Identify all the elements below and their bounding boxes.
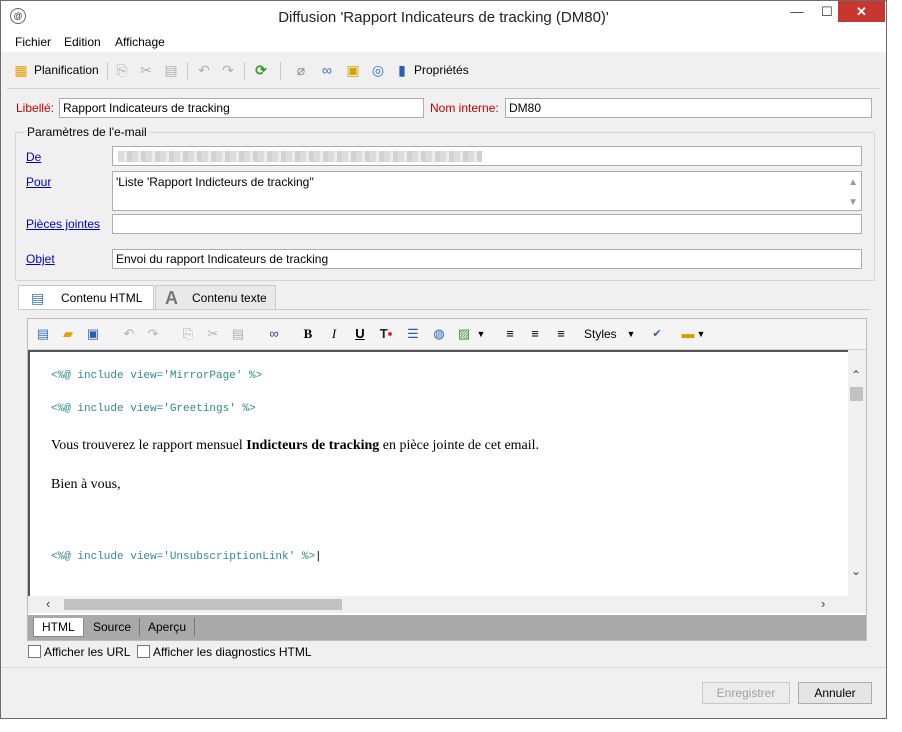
undo-icon[interactable]: ↶ bbox=[196, 62, 212, 78]
tab-text-content[interactable]: A Contenu texte bbox=[155, 285, 276, 309]
image-dropdown-icon[interactable]: ▼ bbox=[476, 326, 486, 342]
spellcheck-icon[interactable]: ✔ bbox=[648, 326, 666, 342]
from-link[interactable]: De bbox=[26, 150, 41, 164]
attachments-field[interactable] bbox=[112, 214, 862, 234]
email-params-title: Paramètres de l'e-mail bbox=[25, 125, 149, 139]
body-paragraph: Vous trouverez le rapport mensuel Indict… bbox=[51, 438, 540, 453]
scroll-down-icon[interactable]: ▼ bbox=[848, 194, 858, 212]
insert-link-icon[interactable]: ◍ bbox=[431, 326, 447, 342]
vertical-scrollbar[interactable]: ⌃ ⌄ bbox=[848, 350, 866, 596]
attachment-icon[interactable]: ⌀ bbox=[293, 62, 309, 78]
horizontal-scrollbar[interactable]: ‹ › bbox=[28, 596, 866, 613]
cut-icon[interactable]: ✂ bbox=[138, 62, 154, 78]
subject-link[interactable]: Objet bbox=[26, 252, 55, 266]
include-unsubscription-link: <%@ include view='UnsubscriptionLink' %>… bbox=[51, 551, 322, 563]
html-editor: ▤ ▰ ▣ ↶ ↷ ⎘ ✂ ▤ ∞ B I U T▪ ☰ ◍ ▨ ▼ ≡ ≡ ≡… bbox=[27, 318, 867, 641]
styles-dropdown[interactable]: Styles bbox=[584, 326, 617, 342]
align-left-icon[interactable]: ≡ bbox=[502, 326, 518, 342]
styles-chevron-down-icon[interactable]: ▼ bbox=[626, 326, 636, 342]
redacted-sender bbox=[118, 151, 482, 162]
show-diagnostics-checkbox[interactable]: Afficher les diagnostics HTML bbox=[137, 645, 312, 659]
editor-copy-icon[interactable]: ⎘ bbox=[180, 326, 196, 342]
scroll-up-arrow-icon[interactable]: ⌃ bbox=[851, 368, 861, 382]
menu-fichier[interactable]: Fichier bbox=[15, 35, 51, 49]
main-toolbar: ▦ Planification ⎘ ✂ ▤ ↶ ↷ ⟳ ⌀ ∞ ▣ ◎ ▮ Pr… bbox=[1, 57, 886, 85]
menu-edition[interactable]: Edition bbox=[64, 35, 101, 49]
html-doc-icon: ▤ bbox=[31, 290, 45, 306]
target-icon[interactable]: ◎ bbox=[370, 62, 386, 78]
editor-content[interactable]: <%@ include view='MirrorPage' %> <%@ inc… bbox=[28, 350, 848, 596]
subject-field[interactable]: Envoi du rapport Indicateurs de tracking bbox=[112, 249, 862, 269]
mode-html-tab[interactable]: HTML bbox=[33, 618, 84, 637]
scroll-up-icon[interactable]: ▲ bbox=[848, 174, 858, 192]
scroll-right-arrow-icon[interactable]: › bbox=[821, 596, 825, 611]
label-field[interactable]: Rapport Indicateurs de tracking bbox=[59, 98, 424, 118]
find-icon[interactable]: ∞ bbox=[264, 326, 284, 342]
properties-button[interactable]: Propriétés bbox=[414, 61, 469, 79]
closing-paragraph: Bien à vous, bbox=[51, 477, 121, 492]
editor-cut-icon[interactable]: ✂ bbox=[205, 326, 221, 342]
open-folder-icon[interactable]: ▰ bbox=[60, 326, 76, 342]
editor-toolbar: ▤ ▰ ▣ ↶ ↷ ⎘ ✂ ▤ ∞ B I U T▪ ☰ ◍ ▨ ▼ ≡ ≡ ≡… bbox=[28, 319, 866, 350]
editor-paste-icon[interactable]: ▤ bbox=[230, 326, 246, 342]
title-bar[interactable]: @ Diffusion 'Rapport Indicateurs de trac… bbox=[1, 1, 886, 32]
editor-undo-icon[interactable]: ↶ bbox=[121, 326, 137, 342]
editor-redo-icon[interactable]: ↷ bbox=[145, 326, 161, 342]
new-doc-icon[interactable]: ▤ bbox=[35, 326, 51, 342]
tab-html-content[interactable]: ▤ Contenu HTML bbox=[18, 285, 154, 310]
underline-icon[interactable]: U bbox=[353, 326, 367, 342]
clipboard-icon: ▮ bbox=[398, 62, 406, 78]
personalization-dropdown-icon[interactable]: ▼ bbox=[696, 326, 706, 342]
calendar-icon: ▦ bbox=[14, 62, 28, 78]
to-field[interactable]: 'Liste 'Rapport Indicteurs de tracking''… bbox=[112, 171, 862, 211]
close-button[interactable]: ✕ bbox=[838, 1, 885, 22]
bold-icon[interactable]: B bbox=[301, 326, 315, 342]
save-icon[interactable]: ▣ bbox=[85, 326, 101, 342]
internal-name-field[interactable]: DM80 bbox=[505, 98, 872, 118]
text-icon: A bbox=[165, 288, 178, 308]
planification-button[interactable]: Planification bbox=[34, 61, 99, 79]
paste-icon[interactable]: ▤ bbox=[163, 62, 179, 78]
menu-bar: Fichier Edition Affichage bbox=[1, 32, 886, 52]
align-right-icon[interactable]: ≡ bbox=[553, 326, 569, 342]
dialog-window: @ Diffusion 'Rapport Indicateurs de trac… bbox=[0, 0, 887, 719]
redo-icon[interactable]: ↷ bbox=[220, 62, 236, 78]
attachments-link[interactable]: Pièces jointes bbox=[26, 217, 100, 231]
copy-icon[interactable]: ⎘ bbox=[114, 62, 130, 78]
from-field[interactable] bbox=[112, 146, 862, 166]
scroll-down-arrow-icon[interactable]: ⌄ bbox=[851, 564, 861, 578]
insert-image-icon[interactable]: ▨ bbox=[456, 326, 472, 342]
include-greetings: <%@ include view='Greetings' %> bbox=[51, 403, 256, 415]
refresh-icon[interactable]: ⟳ bbox=[253, 62, 269, 78]
toolbar-divider bbox=[7, 88, 880, 89]
label-caption: Libellé: bbox=[16, 101, 55, 115]
minimize-button[interactable]: — bbox=[781, 1, 813, 22]
menu-affichage[interactable]: Affichage bbox=[115, 35, 165, 49]
personalization-icon[interactable]: ▬ bbox=[681, 326, 695, 342]
cancel-button[interactable]: Annuler bbox=[798, 682, 872, 704]
italic-icon[interactable]: I bbox=[327, 326, 341, 342]
include-mirror-page: <%@ include view='MirrorPage' %> bbox=[51, 370, 263, 382]
align-center-icon[interactable]: ≡ bbox=[527, 326, 543, 342]
save-button[interactable]: Enregistrer bbox=[702, 682, 790, 704]
mode-preview-tab[interactable]: Aperçu bbox=[140, 618, 196, 636]
to-link[interactable]: Pour bbox=[26, 175, 51, 189]
content-tabs: ▤ Contenu HTML A Contenu texte bbox=[18, 285, 870, 310]
gift-icon[interactable]: ▣ bbox=[345, 62, 361, 78]
window-title: Diffusion 'Rapport Indicateurs de tracki… bbox=[278, 9, 609, 26]
horizontal-scroll-thumb[interactable] bbox=[64, 599, 342, 610]
to-value: 'Liste 'Rapport Indicteurs de tracking'' bbox=[116, 175, 314, 189]
scroll-left-arrow-icon[interactable]: ‹ bbox=[46, 596, 50, 611]
internal-name-caption: Nom interne: bbox=[430, 101, 499, 115]
text-color-icon[interactable]: T▪ bbox=[378, 326, 394, 342]
show-urls-checkbox[interactable]: Afficher les URL bbox=[28, 645, 130, 659]
editor-mode-bar: HTML Source Aperçu bbox=[28, 615, 866, 640]
link-icon[interactable]: ∞ bbox=[319, 62, 335, 78]
list-icon[interactable]: ☰ bbox=[405, 326, 421, 342]
vertical-scroll-thumb[interactable] bbox=[850, 387, 863, 401]
mode-source-tab[interactable]: Source bbox=[85, 618, 141, 636]
